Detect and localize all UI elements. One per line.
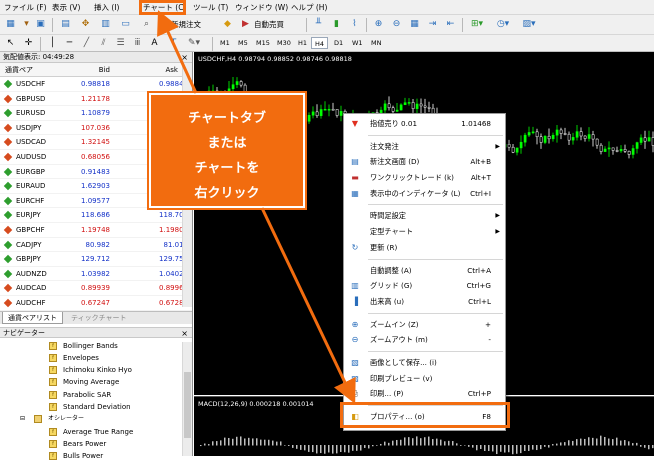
callout-arrows bbox=[0, 0, 654, 456]
arrow-to-chart-menu bbox=[163, 21, 196, 93]
arrow-to-properties bbox=[262, 208, 350, 393]
